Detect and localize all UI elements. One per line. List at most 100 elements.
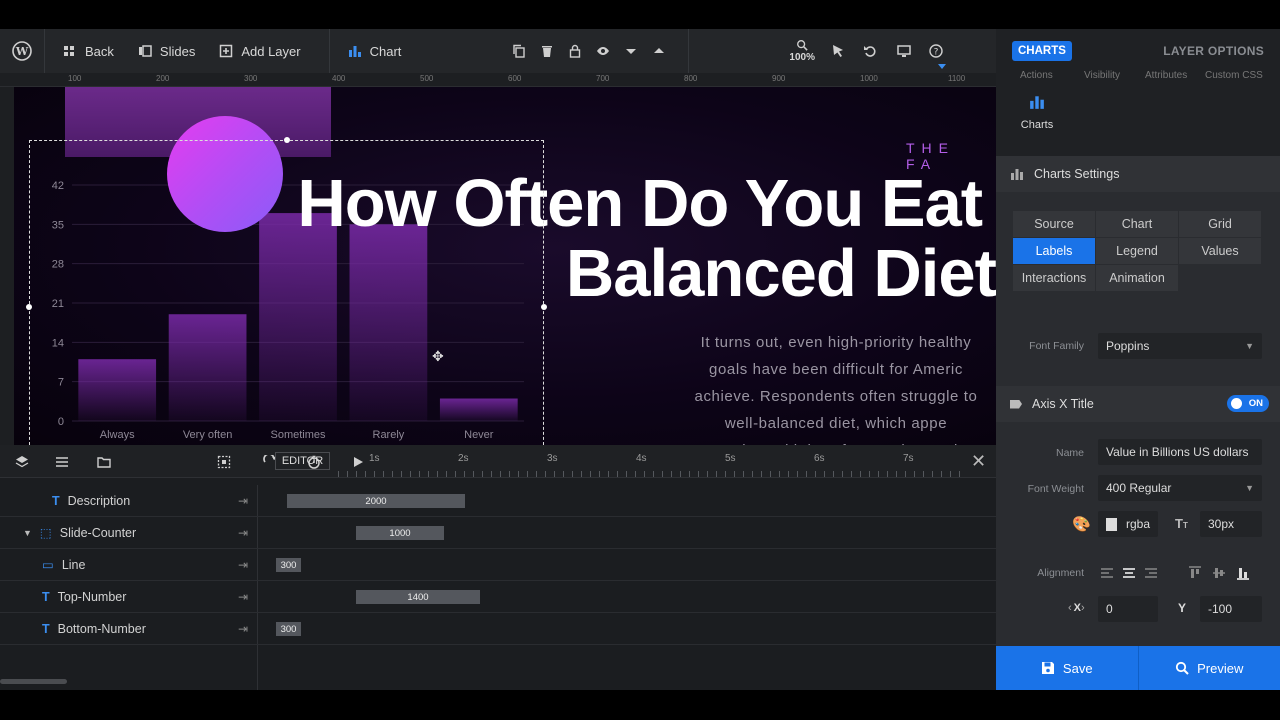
layer-options-tab[interactable]: LAYER OPTIONS (1163, 44, 1264, 58)
move-up-button[interactable] (645, 29, 673, 73)
list-icon[interactable] (55, 455, 69, 469)
align-end-icon[interactable]: ⇥ (238, 590, 248, 604)
timeline-bar[interactable]: 1400 (356, 590, 480, 604)
slide-canvas[interactable]: 0 7 14 21 28 35 42 Always Very often Sometimes Rar… (14, 87, 996, 445)
subtab-visibility[interactable]: Visibility (1084, 70, 1120, 81)
subtab-actions[interactable]: Actions (1020, 70, 1053, 81)
select-tool-button[interactable] (823, 29, 853, 73)
preview-button[interactable]: Preview (1137, 646, 1280, 690)
cursor-icon (831, 44, 845, 58)
save-button[interactable]: Save (996, 646, 1138, 690)
align-center-icon[interactable] (1122, 566, 1136, 580)
move-down-button[interactable] (617, 29, 645, 73)
bottom-bar (0, 690, 1280, 720)
folder-icon[interactable] (97, 455, 111, 469)
delete-button[interactable] (533, 29, 561, 73)
duplicate-button[interactable] (505, 29, 533, 73)
lock-button[interactable] (561, 29, 589, 73)
selection-box[interactable] (29, 140, 544, 445)
timeline-tick-label: 6s (814, 453, 825, 464)
close-timeline-button[interactable]: ✕ (971, 451, 986, 472)
panel-header: CHARTS LAYER OPTIONS (996, 29, 1280, 72)
font-size-input[interactable]: 30px (1200, 511, 1262, 537)
tab-source[interactable]: Source (1013, 211, 1095, 237)
timeline-row-line[interactable]: ▭ Line ⇥ 300 (0, 549, 996, 581)
axis-title-toggle[interactable]: ON (1227, 395, 1269, 412)
tab-values[interactable]: Values (1179, 238, 1261, 264)
shape-type-icon: ▭ (42, 558, 54, 572)
resize-handle-top[interactable] (284, 137, 290, 143)
x-offset-input[interactable]: 0 (1098, 596, 1158, 622)
help-button[interactable]: ? (921, 29, 951, 73)
align-left-icon[interactable] (1100, 566, 1114, 580)
timeline-scrollbar[interactable] (0, 679, 67, 684)
undo-button[interactable] (853, 29, 887, 73)
timeline-row-bottom-number[interactable]: T Bottom-Number ⇥ 300 (0, 613, 996, 645)
font-weight-select[interactable]: 400 Regular ▼ (1098, 475, 1262, 501)
zoom-button[interactable]: 100% (781, 29, 823, 73)
timeline-bar[interactable]: 2000 (287, 494, 465, 508)
align-end-icon[interactable]: ⇥ (238, 494, 248, 508)
align-end-icon[interactable]: ⇥ (238, 526, 248, 540)
subtab-custom-css[interactable]: Custom CSS (1205, 70, 1263, 81)
tab-chart[interactable]: Chart (1096, 211, 1178, 237)
align-end-icon[interactable]: ⇥ (238, 622, 248, 636)
layer-name: Slide-Counter (59, 525, 137, 540)
y-offset-input[interactable]: -100 (1200, 596, 1262, 622)
align-right-icon[interactable] (1144, 566, 1158, 580)
expand-caret-icon[interactable]: ▼ (23, 528, 32, 538)
grid-icon (63, 44, 77, 58)
resize-handle-right[interactable] (541, 304, 547, 310)
current-layer-button[interactable]: Chart (330, 29, 414, 73)
visibility-button[interactable] (589, 29, 617, 73)
timeline-tick-label: 5s (725, 453, 736, 464)
color-picker[interactable]: rgba (1098, 511, 1158, 537)
align-end-icon[interactable]: ⇥ (238, 558, 248, 572)
timeline-gap (0, 478, 996, 485)
editor-time-button[interactable]: EDITOR (275, 452, 330, 470)
tab-interactions[interactable]: Interactions (1013, 265, 1095, 291)
resize-handle-left[interactable] (26, 304, 32, 310)
tag-icon (1010, 399, 1022, 409)
grid-select-icon[interactable] (217, 455, 231, 469)
timeline-bar[interactable]: 300 (276, 558, 301, 572)
device-button[interactable] (887, 29, 921, 73)
timeline-tick-label: 2s (458, 453, 469, 464)
align-middle-icon[interactable] (1212, 566, 1226, 580)
ruler-tick-label: 600 (508, 74, 522, 83)
alignment-label: Alignment (1037, 567, 1084, 579)
align-top-icon[interactable] (1188, 566, 1202, 580)
timeline-bar[interactable]: 300 (276, 622, 301, 636)
subtab-attributes[interactable]: Attributes (1145, 70, 1187, 81)
description-text[interactable]: It turns out, even high-priority healthy… (676, 329, 996, 445)
font-family-select[interactable]: Poppins ▼ (1098, 333, 1262, 359)
ruler-tick-label: 800 (684, 74, 698, 83)
back-button[interactable]: Back (45, 29, 126, 73)
timeline-tick-label: 3s (547, 453, 558, 464)
charts-settings-header[interactable]: Charts Settings (996, 156, 1280, 192)
align-bottom-icon[interactable] (1236, 566, 1250, 580)
timeline-row-slide-counter[interactable]: ▼ ⬚ Slide-Counter ⇥ 1000 (0, 517, 996, 549)
slides-icon (138, 44, 152, 58)
timeline-row-top-number[interactable]: T Top-Number ⇥ 1400 (0, 581, 996, 613)
slides-button[interactable]: Slides (126, 29, 207, 73)
palette-icon[interactable]: 🎨 (1072, 515, 1091, 533)
copy-icon (512, 44, 526, 58)
add-layer-button[interactable]: Add Layer (207, 29, 312, 73)
bar-chart-icon (348, 44, 362, 58)
timeline-bar[interactable]: 1000 (356, 526, 444, 540)
timeline-row-description[interactable]: T Description ⇥ 2000 (0, 485, 996, 517)
tab-grid[interactable]: Grid (1179, 211, 1261, 237)
charts-subtab[interactable]: Charts (1020, 94, 1054, 131)
axis-title-name-input[interactable]: Value in Billions US dollars (1098, 439, 1262, 465)
charts-tab[interactable]: CHARTS (1012, 40, 1072, 61)
tab-legend[interactable]: Legend (1096, 238, 1178, 264)
wordpress-button[interactable]: W (0, 29, 44, 73)
layer-name: Line (61, 557, 86, 572)
tab-animation[interactable]: Animation (1096, 265, 1178, 291)
ruler-tick-label: 500 (420, 74, 434, 83)
ruler-tick-label: 100 (68, 74, 82, 83)
layers-icon[interactable] (15, 455, 29, 469)
tab-labels[interactable]: Labels (1013, 238, 1095, 264)
timeline-ruler[interactable] (338, 445, 968, 477)
